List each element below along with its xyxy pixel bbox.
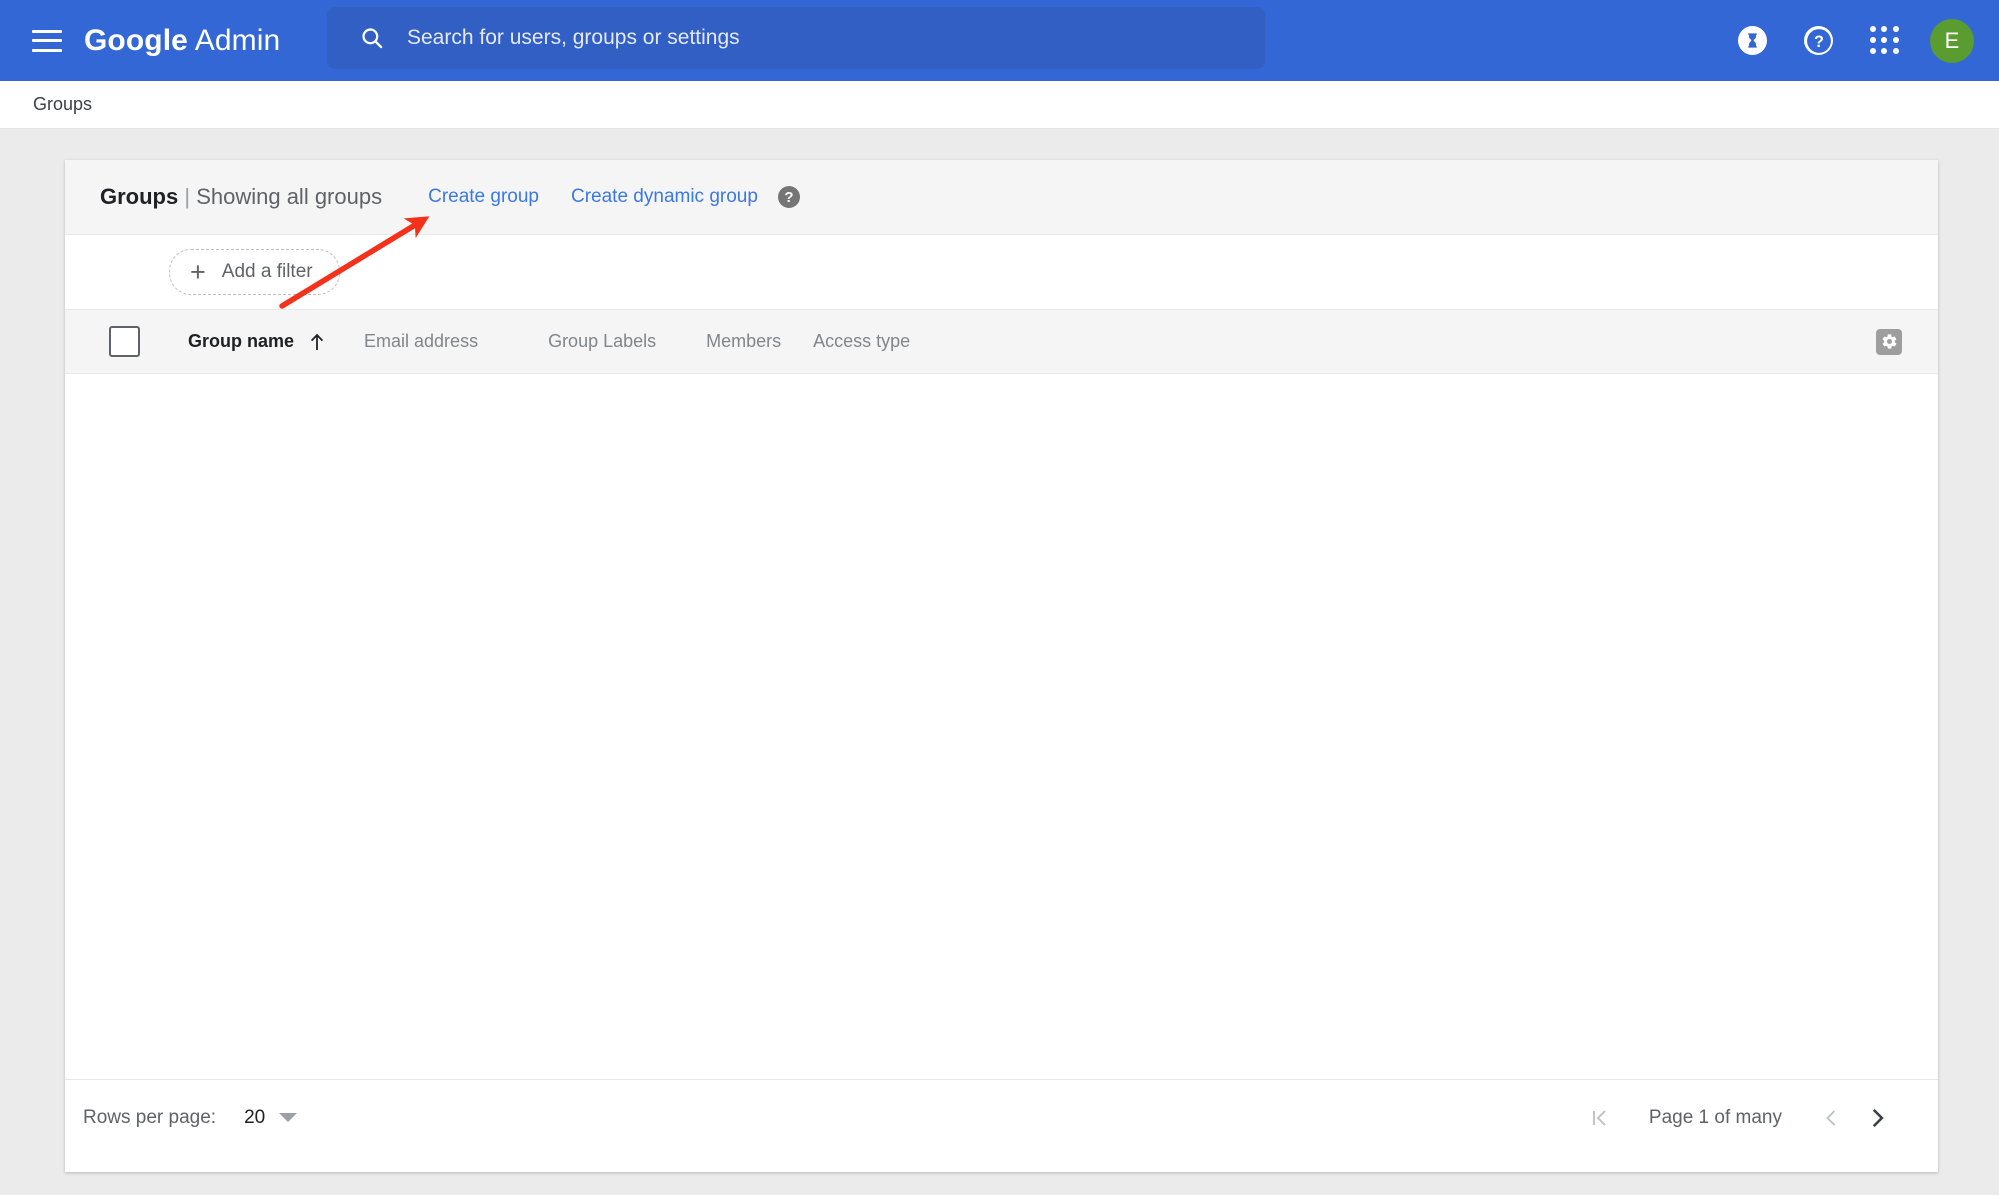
search-icon <box>362 28 383 49</box>
page-title-separator: | <box>178 184 197 209</box>
search-box[interactable] <box>327 7 1265 69</box>
next-page-icon[interactable] <box>1854 1095 1900 1141</box>
apps-grid-icon[interactable] <box>1870 25 1900 56</box>
page-title-main: Groups <box>100 184 179 209</box>
next-page-glyph <box>1872 1108 1884 1127</box>
table-header-row: Group name Email address Group Labels Me… <box>65 309 1938 374</box>
page-title: Groups | Showing all groups <box>100 184 382 210</box>
create-group-link[interactable]: Create group <box>428 186 539 208</box>
filter-bar: + Add a filter <box>65 235 1938 309</box>
table-body <box>65 374 1938 1079</box>
column-header-group-name-label: Group name <box>188 331 295 351</box>
product-logo[interactable]: Google Admin <box>84 24 280 58</box>
groups-card: Groups | Showing all groups Create group… <box>65 160 1938 1172</box>
brand-google: Google <box>84 23 188 57</box>
help-icon[interactable]: ? <box>1804 26 1833 55</box>
app-bar-actions: ? E <box>1738 0 1999 81</box>
column-header-members[interactable]: Members <box>706 331 781 352</box>
plus-icon: + <box>190 256 206 287</box>
gear-glyph <box>1882 334 1896 349</box>
first-page-icon[interactable] <box>1577 1095 1623 1141</box>
column-header-email-address[interactable]: Email address <box>364 331 478 352</box>
help-circle-icon[interactable]: ? <box>777 186 800 208</box>
add-filter-button[interactable]: + Add a filter <box>169 249 340 295</box>
gear-icon[interactable] <box>1876 328 1902 355</box>
create-dynamic-group-link[interactable]: Create dynamic group <box>571 186 758 208</box>
search-input[interactable] <box>407 26 1227 50</box>
page-indicator: Page 1 of many <box>1648 1106 1782 1128</box>
card-header: Groups | Showing all groups Create group… <box>65 160 1938 235</box>
rows-per-page-label: Rows per page: <box>83 1106 217 1128</box>
add-filter-label: Add a filter <box>221 261 313 282</box>
hourglass-icon[interactable] <box>1738 26 1767 55</box>
brand-admin: Admin <box>187 23 281 57</box>
top-app-bar: Google Admin ? <box>0 0 1999 81</box>
google-admin-groups-page: Google Admin ? <box>0 0 1999 1195</box>
breadcrumb-item-groups[interactable]: Groups <box>33 94 92 115</box>
first-page-glyph <box>1592 1109 1606 1126</box>
select-all-checkbox[interactable] <box>109 326 140 357</box>
previous-page-icon[interactable] <box>1808 1095 1854 1141</box>
page-title-subtitle: Showing all groups <box>196 184 383 209</box>
hamburger-menu-icon[interactable] <box>32 29 62 52</box>
chevron-down-icon[interactable] <box>279 1113 298 1122</box>
column-header-group-labels[interactable]: Group Labels <box>548 331 656 352</box>
table-footer: Rows per page: 20 Page 1 of many <box>65 1079 1938 1155</box>
sort-ascending-icon <box>310 333 324 350</box>
previous-page-glyph <box>1826 1109 1836 1126</box>
rows-per-page-value[interactable]: 20 <box>244 1107 265 1129</box>
pagination-controls: Page 1 of many <box>1577 1095 1900 1141</box>
column-header-group-name[interactable]: Group name <box>188 331 324 352</box>
svg-text:?: ? <box>1814 32 1824 50</box>
column-header-access-type[interactable]: Access type <box>813 331 910 352</box>
avatar[interactable]: E <box>1930 18 1974 63</box>
question-mark-glyph: ? <box>1806 28 1831 53</box>
hourglass-glyph <box>1748 33 1757 48</box>
breadcrumb: Groups <box>0 81 1999 129</box>
